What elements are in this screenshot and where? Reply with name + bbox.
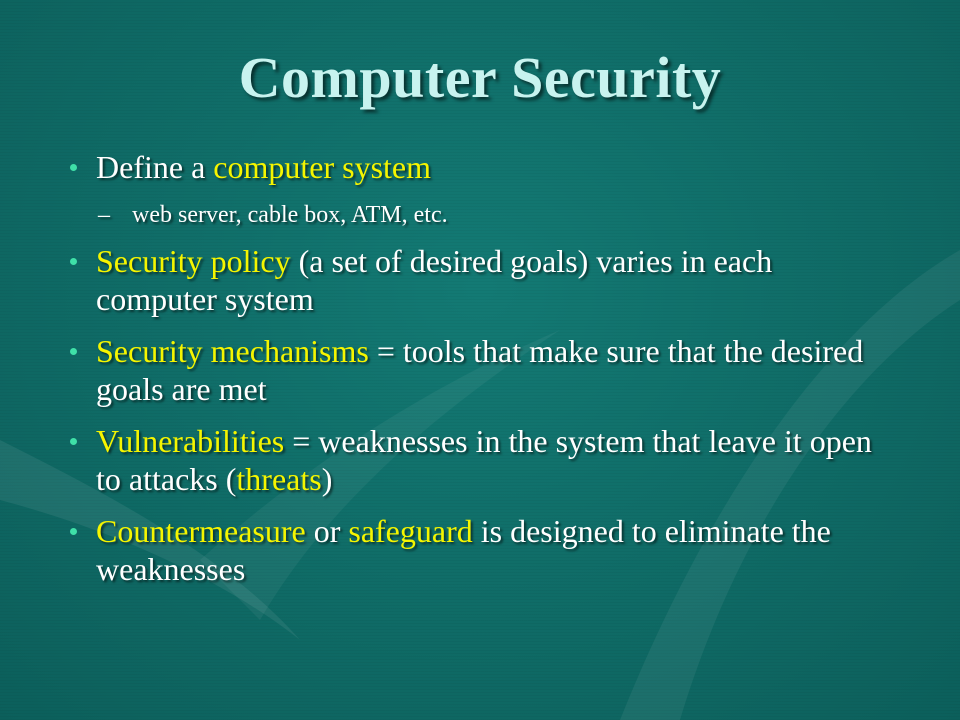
bullet-dot-icon bbox=[70, 438, 77, 445]
bullet-dot-icon bbox=[70, 258, 77, 265]
highlighted-term: computer system bbox=[213, 149, 431, 185]
highlighted-term: Vulnerabilities bbox=[96, 423, 285, 459]
bullet-item: Vulnerabilities = weaknesses in the syst… bbox=[70, 422, 900, 498]
bullet-dot-icon bbox=[70, 528, 77, 535]
bullet-item: Define a computer system bbox=[70, 148, 900, 186]
highlighted-term: Security policy bbox=[96, 243, 291, 279]
bullet-dot-icon bbox=[70, 164, 77, 171]
bullet-dot-icon bbox=[70, 348, 77, 355]
dash-icon: – bbox=[98, 202, 110, 228]
sub-bullet-text: web server, cable box, ATM, etc. bbox=[132, 202, 448, 228]
highlighted-term: threats bbox=[236, 461, 322, 497]
highlighted-term: Countermeasure bbox=[96, 513, 306, 549]
text-run: ) bbox=[321, 461, 333, 497]
highlighted-term: Security mechanisms bbox=[96, 333, 369, 369]
slide-title: Computer Security bbox=[238, 45, 722, 110]
highlighted-term: safeguard bbox=[348, 513, 473, 549]
bullet-list: Define a computer system – web server, c… bbox=[70, 148, 900, 602]
text-run: Define a bbox=[96, 149, 214, 185]
bullet-item: Security mechanisms = tools that make su… bbox=[70, 332, 900, 408]
bullet-item: Security policy (a set of desired goals)… bbox=[70, 242, 900, 318]
text-run: or bbox=[305, 513, 349, 549]
sub-bullet-item: – web server, cable box, ATM, etc. bbox=[70, 200, 900, 230]
bullet-item: Countermeasure or safeguard is designed … bbox=[70, 512, 900, 588]
